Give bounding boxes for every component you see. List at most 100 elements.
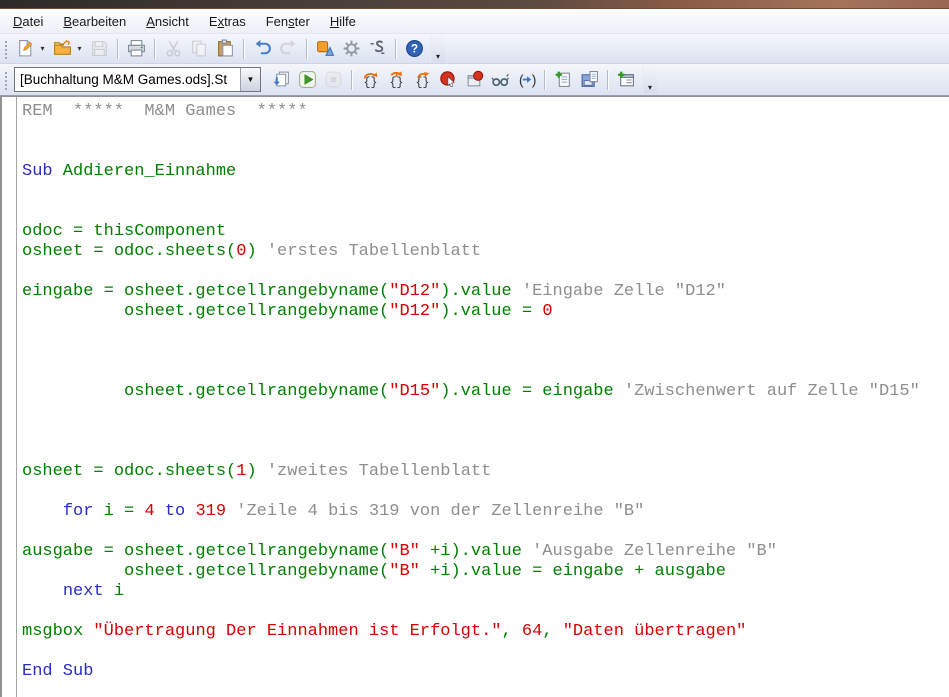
dropdown-caret-icon[interactable]: ▾ <box>38 37 47 61</box>
step-over-icon: {} <box>361 70 380 89</box>
macros-button[interactable] <box>365 37 389 61</box>
code-line <box>22 202 949 222</box>
run-icon <box>298 70 317 89</box>
dialogs-button[interactable] <box>313 37 337 61</box>
library-selector-value: [Buchhaltung M&M Games.ods].St <box>15 68 240 91</box>
code-line: odoc = thisComponent <box>22 222 949 242</box>
print-button[interactable] <box>124 37 148 61</box>
undo-button[interactable] <box>250 37 274 61</box>
code-line: osheet = odoc.sheets(1) 'zweites Tabelle… <box>22 462 949 482</box>
menu-datei[interactable]: Datei <box>4 11 52 32</box>
single-step-button[interactable]: {} <box>384 68 408 92</box>
menu-bar: DateiBearbeitenAnsichtExtrasFensterHilfe <box>0 9 949 34</box>
enable-watch-button[interactable] <box>488 68 512 92</box>
scissors-icon <box>164 39 183 58</box>
menu-hilfe[interactable]: Hilfe <box>321 11 365 32</box>
library-selector-dropdown-button[interactable]: ▼ <box>240 68 260 91</box>
svg-text:): ) <box>529 73 535 89</box>
library-selector[interactable]: [Buchhaltung M&M Games.ods].St ▼ <box>14 67 261 92</box>
toolbar-overflow-button[interactable]: ▾ <box>642 66 657 93</box>
save-icon <box>90 39 109 58</box>
breakpoint-dialog-icon <box>465 70 484 89</box>
code-line: next i <box>22 582 949 602</box>
code-line <box>22 122 949 142</box>
options-button[interactable] <box>339 37 363 61</box>
code-line <box>22 342 949 362</box>
procedure-step-button[interactable]: {} <box>358 68 382 92</box>
toolbar-overflow-button[interactable]: ▾ <box>430 35 445 62</box>
help-button[interactable]: ? <box>402 37 426 61</box>
document-plus-icon <box>554 70 573 89</box>
gear-icon <box>342 39 361 58</box>
save-source-button[interactable] <box>577 68 601 92</box>
code-line <box>22 182 949 202</box>
svg-text:{}: {} <box>389 76 403 89</box>
redo-button <box>276 37 300 61</box>
paste-button[interactable] <box>213 37 237 61</box>
code-line: osheet.getcellrangebyname("D12").value =… <box>22 302 949 322</box>
find-parentheses-button[interactable]: () <box>514 68 538 92</box>
toolbar-separator <box>351 70 352 90</box>
toolbar-grip[interactable] <box>3 70 7 90</box>
stop-button <box>321 68 345 92</box>
toolbar-separator <box>243 39 244 59</box>
code-line: for i = 4 to 319 'Zeile 4 bis 319 von de… <box>22 502 949 522</box>
dropdown-caret-icon[interactable]: ▾ <box>75 37 84 61</box>
toolbar-separator <box>154 39 155 59</box>
toolbar-separator <box>117 39 118 59</box>
toolbar-separator <box>544 70 545 90</box>
compile-icon <box>272 70 291 89</box>
open-folder-icon <box>53 39 72 58</box>
dialog-plus-icon <box>617 70 636 89</box>
redo-arrow-icon <box>279 39 298 58</box>
menu-fenster[interactable]: Fenster <box>257 11 319 32</box>
step-out-button[interactable]: {} <box>410 68 434 92</box>
insert-source-text-button[interactable] <box>551 68 575 92</box>
menu-ansicht[interactable]: Ansicht <box>137 11 198 32</box>
code-text[interactable]: REM ***** M&M Games *****Sub Addieren_Ei… <box>17 97 949 697</box>
svg-text:(: ( <box>517 73 525 89</box>
menu-extras[interactable]: Extras <box>200 11 255 32</box>
code-line <box>22 422 949 442</box>
code-line: osheet = odoc.sheets(0) 'erstes Tabellen… <box>22 242 949 262</box>
toolbar-grip[interactable] <box>3 39 7 59</box>
svg-text:?: ? <box>410 43 417 56</box>
breakpoint-button[interactable] <box>436 68 460 92</box>
stop-icon <box>324 70 343 89</box>
save-document-icon <box>580 70 599 89</box>
code-line: osheet.getcellrangebyname("D15").value =… <box>22 382 949 402</box>
code-line: REM ***** M&M Games ***** <box>22 102 949 122</box>
code-line: osheet.getcellrangebyname("B" +i).value … <box>22 562 949 582</box>
menu-bearbeiten[interactable]: Bearbeiten <box>54 11 135 32</box>
code-line: End Sub <box>22 662 949 682</box>
breakpoint-icon <box>439 70 458 89</box>
undo-arrow-icon <box>253 39 272 58</box>
toolbar-separator <box>607 70 608 90</box>
run-button[interactable] <box>295 68 319 92</box>
copy-icon <box>190 39 209 58</box>
breakpoint-gutter[interactable] <box>0 97 17 697</box>
compile-button[interactable] <box>269 68 293 92</box>
code-line <box>22 482 949 502</box>
svg-text:{}: {} <box>415 76 429 89</box>
code-line <box>22 322 949 342</box>
new-document-button[interactable] <box>13 37 37 61</box>
chevron-down-icon: ▾ <box>436 52 440 61</box>
insert-dialog-button[interactable] <box>614 68 638 92</box>
chevron-down-icon: ▾ <box>648 83 652 92</box>
cut-button <box>161 37 185 61</box>
code-line <box>22 142 949 162</box>
code-editor[interactable]: REM ***** M&M Games *****Sub Addieren_Ei… <box>0 96 949 697</box>
macro-toolbar: [Buchhaltung M&M Games.ods].St ▼ {} {} {} (… <box>0 64 949 97</box>
printer-icon <box>127 39 146 58</box>
manage-breakpoints-button[interactable] <box>462 68 486 92</box>
code-line: msgbox "Übertragung Der Einnahmen ist Er… <box>22 622 949 642</box>
new-document-icon <box>16 39 35 58</box>
save-button <box>87 37 111 61</box>
parentheses-icon: () <box>517 70 536 89</box>
open-button[interactable] <box>50 37 74 61</box>
code-line: eingabe = osheet.getcellrangebyname("D12… <box>22 282 949 302</box>
code-line: ausgabe = osheet.getcellrangebyname("B" … <box>22 542 949 562</box>
step-out-icon: {} <box>413 70 432 89</box>
step-into-icon: {} <box>387 70 406 89</box>
